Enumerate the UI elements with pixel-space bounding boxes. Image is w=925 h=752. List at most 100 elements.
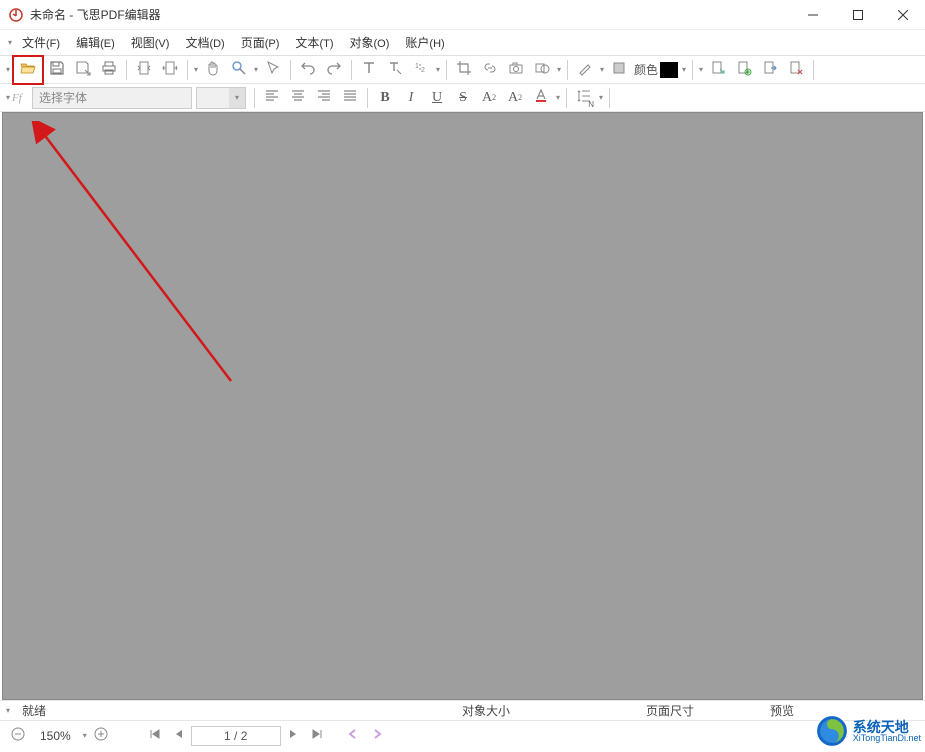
link-button[interactable]	[478, 58, 502, 82]
text-color-button[interactable]	[529, 86, 553, 110]
page-input[interactable]: 1 / 2	[191, 726, 281, 746]
align-center-button[interactable]	[286, 86, 310, 110]
zoom-dropdown[interactable]: ▾	[81, 724, 89, 748]
menu-object[interactable]: 对象(O)	[341, 31, 397, 54]
annotation-arrow	[31, 121, 241, 391]
shape-button[interactable]	[530, 58, 554, 82]
font-size-select[interactable]: ▾	[196, 87, 246, 109]
line-spacing-dropdown[interactable]: ▾	[597, 86, 605, 110]
align-right-icon	[316, 88, 332, 107]
align-right-button[interactable]	[312, 86, 336, 110]
prev-icon	[172, 727, 186, 744]
toolbar-grip-3[interactable]: ▾	[697, 58, 705, 82]
menu-file[interactable]: 文件(F)	[14, 31, 68, 54]
text-color-dropdown[interactable]: ▾	[554, 86, 562, 110]
pen-dropdown[interactable]: ▾	[598, 58, 606, 82]
font-family-icon: Ff	[12, 92, 28, 104]
chevron-down-icon: ▾	[229, 88, 245, 108]
print-button[interactable]	[97, 58, 121, 82]
nav-forward-button[interactable]	[365, 724, 389, 748]
color-dropdown[interactable]: ▾	[680, 58, 688, 82]
font-placeholder: 选择字体	[39, 89, 87, 106]
magnifier-icon	[231, 60, 247, 79]
extract-page-button[interactable]	[758, 58, 782, 82]
snapshot-button[interactable]	[504, 58, 528, 82]
format-toolbar: ▾ Ff 选择字体 ▾ B I U S A2 A2 ▾ N ▾	[0, 84, 925, 112]
menu-grip[interactable]: ▾	[6, 31, 14, 55]
last-page-button[interactable]	[305, 724, 329, 748]
text-tool-button[interactable]	[357, 58, 381, 82]
zoom-out-button[interactable]	[6, 724, 30, 748]
text-spacing-button[interactable]: 12	[409, 58, 433, 82]
zoom-in-button[interactable]	[89, 724, 113, 748]
status-object-size: 对象大小	[454, 702, 518, 719]
separator	[290, 60, 291, 80]
align-justify-icon	[342, 88, 358, 107]
strikethrough-button[interactable]: S	[451, 86, 475, 110]
maximize-button[interactable]	[835, 0, 880, 30]
shape-dropdown[interactable]: ▾	[555, 58, 563, 82]
minimize-button[interactable]	[790, 0, 835, 30]
close-button[interactable]	[880, 0, 925, 30]
first-icon	[148, 727, 162, 744]
hand-tool-button[interactable]	[201, 58, 225, 82]
watermark-logo-icon	[815, 714, 849, 748]
delete-page-button[interactable]	[784, 58, 808, 82]
color-swatch[interactable]	[660, 62, 678, 78]
menu-bar: ▾ 文件(F) 编辑(E) 视图(V) 文档(D) 页面(P) 文本(T) 对象…	[0, 30, 925, 56]
fit-page-icon	[136, 60, 152, 79]
underline-button[interactable]: U	[425, 86, 449, 110]
select-tool-button[interactable]	[261, 58, 285, 82]
toolbar-grip-1[interactable]: ▾	[4, 58, 12, 82]
next-page-button[interactable]	[281, 724, 305, 748]
save-as-icon	[75, 60, 91, 79]
insert-page-button[interactable]	[706, 58, 730, 82]
color-label: 颜色	[632, 61, 660, 78]
minus-circle-icon	[11, 727, 25, 744]
fit-page-button[interactable]	[132, 58, 156, 82]
document-workspace[interactable]	[2, 112, 923, 700]
toolbar-grip-4[interactable]: ▾	[4, 86, 12, 110]
fit-width-button[interactable]	[158, 58, 182, 82]
nav-back-button[interactable]	[341, 724, 365, 748]
arrow-left-icon	[346, 727, 360, 744]
separator	[254, 88, 255, 108]
text-icon	[361, 60, 377, 79]
bold-button[interactable]: B	[373, 86, 397, 110]
prev-page-button[interactable]	[167, 724, 191, 748]
svg-text:2: 2	[421, 67, 425, 74]
menu-account[interactable]: 账户(H)	[397, 31, 452, 54]
subscript-button[interactable]: A2	[503, 86, 527, 110]
line-spacing-button[interactable]: N	[572, 86, 596, 110]
align-left-button[interactable]	[260, 86, 284, 110]
status-grip[interactable]: ▾	[6, 706, 14, 715]
menu-edit[interactable]: 编辑(E)	[68, 31, 123, 54]
edit-text-button[interactable]	[383, 58, 407, 82]
italic-button[interactable]: I	[399, 86, 423, 110]
menu-text[interactable]: 文本(T)	[287, 31, 341, 54]
menu-view[interactable]: 视图(V)	[123, 31, 178, 54]
redo-button[interactable]	[322, 58, 346, 82]
add-page-button[interactable]	[732, 58, 756, 82]
separator	[351, 60, 352, 80]
next-icon	[286, 727, 300, 744]
zoom-dropdown[interactable]: ▾	[252, 58, 260, 82]
fill-button[interactable]	[607, 58, 631, 82]
save-as-button[interactable]	[71, 58, 95, 82]
pen-icon	[577, 60, 593, 79]
text-dropdown[interactable]: ▾	[434, 58, 442, 82]
save-button[interactable]	[45, 58, 69, 82]
font-family-select[interactable]: 选择字体	[32, 87, 192, 109]
menu-document[interactable]: 文档(D)	[177, 31, 232, 54]
toolbar-grip-2[interactable]: ▾	[192, 58, 200, 82]
pen-button[interactable]	[573, 58, 597, 82]
zoom-tool-button[interactable]	[227, 58, 251, 82]
open-button[interactable]	[16, 58, 40, 82]
crop-button[interactable]	[452, 58, 476, 82]
first-page-button[interactable]	[143, 724, 167, 748]
menu-page[interactable]: 页面(P)	[233, 31, 288, 54]
undo-button[interactable]	[296, 58, 320, 82]
page-extract-icon	[762, 60, 778, 79]
align-justify-button[interactable]	[338, 86, 362, 110]
superscript-button[interactable]: A2	[477, 86, 501, 110]
